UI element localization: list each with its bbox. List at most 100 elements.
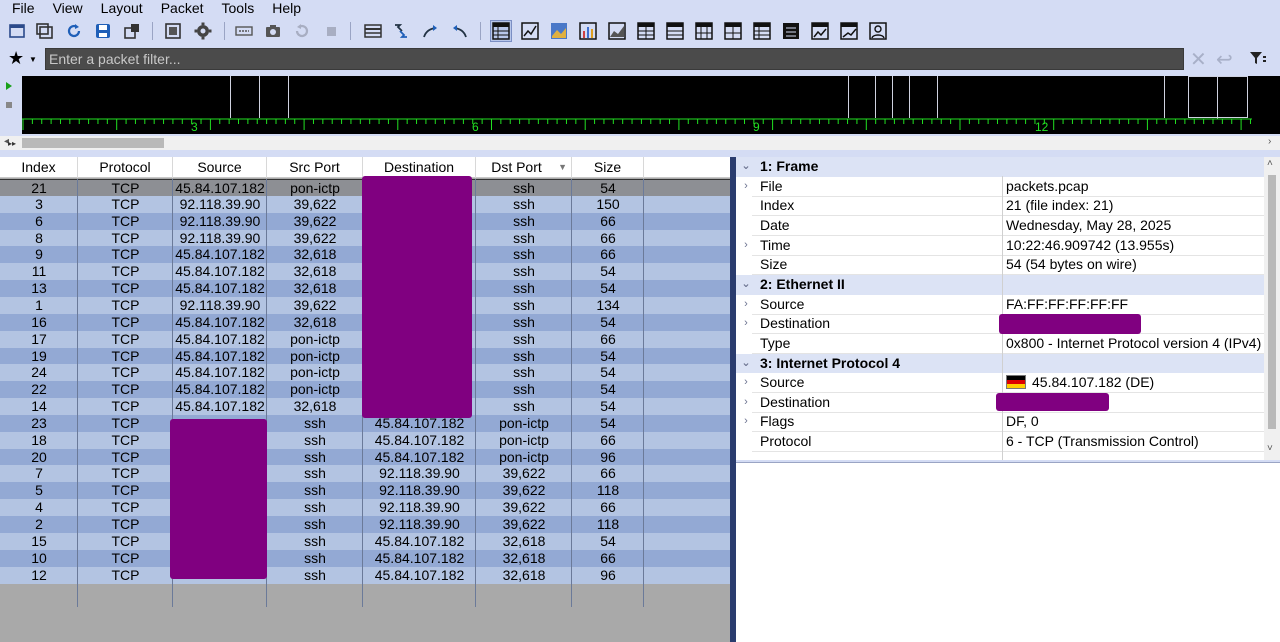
table-row[interactable]: 15 TCP ssh 45.84.107.182 32,618 54 xyxy=(0,532,730,550)
merge-icon[interactable] xyxy=(390,20,412,42)
cell-source: 45.84.107.182 xyxy=(175,381,265,398)
detail-value: 21 (file index: 21) xyxy=(1006,196,1113,216)
chevron-down-icon[interactable]: ⌄ xyxy=(740,275,752,295)
menu-packet[interactable]: Packet xyxy=(161,0,204,16)
timeline-graph[interactable]: 3 6 9 12 xyxy=(22,76,1280,134)
grid-4-icon[interactable] xyxy=(577,20,599,42)
reload-icon[interactable] xyxy=(63,20,85,42)
settings-icon[interactable] xyxy=(192,20,214,42)
detail-row[interactable]: Index 21 (file index: 21) xyxy=(736,196,1264,217)
chevron-right-icon[interactable]: › xyxy=(740,177,752,197)
detail-row[interactable]: › Source 45.84.107.182 (DE) xyxy=(736,373,1264,394)
splitter-handle-icon[interactable]: ▸▸ xyxy=(8,139,16,148)
grid-5-icon[interactable] xyxy=(606,20,628,42)
chevron-right-icon[interactable]: › xyxy=(740,295,752,315)
save-icon[interactable] xyxy=(92,20,114,42)
cell-dst-port: 32,618 xyxy=(502,566,546,583)
list-view-icon[interactable] xyxy=(362,20,384,42)
chevron-right-icon[interactable]: › xyxy=(740,314,752,334)
cell-size: 96 xyxy=(600,448,616,465)
chevron-right-icon[interactable]: › xyxy=(740,393,752,413)
cell-protocol: TCP xyxy=(111,566,140,583)
detail-key: 3: Internet Protocol 4 xyxy=(760,354,901,371)
export-icon[interactable] xyxy=(121,20,143,42)
menu-help[interactable]: Help xyxy=(272,0,301,16)
detail-section[interactable]: ⌄ 3: Internet Protocol 4 xyxy=(736,353,1264,374)
screenshot-icon[interactable] xyxy=(262,20,284,42)
grid-13-icon[interactable] xyxy=(838,20,860,42)
cell-size: 118 xyxy=(596,482,620,499)
scroll-right-icon[interactable]: › xyxy=(1268,136,1271,147)
timeline-selection[interactable] xyxy=(1188,76,1248,119)
table-row[interactable]: 10 TCP ssh 45.84.107.182 32,618 66 xyxy=(0,549,730,567)
col-index[interactable]: Index xyxy=(0,157,78,178)
chevron-right-icon[interactable]: › xyxy=(740,412,752,432)
detail-section[interactable]: ⌄ 1: Frame xyxy=(736,157,1264,177)
scroll-down-icon[interactable]: ˅ xyxy=(1267,443,1273,454)
apply-filter-icon[interactable]: ↩ xyxy=(1216,47,1233,72)
menu-file[interactable]: File xyxy=(12,0,35,16)
timeline-scrollbar[interactable]: ◂ › xyxy=(0,136,1280,150)
chevron-down-icon[interactable]: ⌄ xyxy=(740,354,752,374)
arrow-right-icon[interactable] xyxy=(419,20,441,42)
chevron-down-icon[interactable]: ⌄ xyxy=(740,157,752,177)
menu-tools[interactable]: Tools xyxy=(222,0,255,16)
grid-3-icon[interactable] xyxy=(548,20,570,42)
open-recent-icon[interactable] xyxy=(34,20,56,42)
timeline-label-3: 3 xyxy=(191,120,198,134)
grid-7-icon[interactable] xyxy=(664,20,686,42)
table-row[interactable]: 7 TCP ssh 92.118.39.90 39,622 66 xyxy=(0,465,730,483)
detail-section[interactable]: ⌄ 2: Ethernet II xyxy=(736,274,1264,295)
col-src-port[interactable]: Src Port xyxy=(267,157,363,178)
chevron-down-icon[interactable]: ▼ xyxy=(29,55,37,64)
stop-icon[interactable] xyxy=(320,20,342,42)
chevron-right-icon[interactable]: › xyxy=(740,236,752,256)
grid-6-icon[interactable] xyxy=(635,20,657,42)
details-scrollbar[interactable]: ˄ ˅ xyxy=(1264,157,1280,460)
open-icon[interactable] xyxy=(6,20,28,42)
details-scrollbar-thumb[interactable] xyxy=(1268,175,1276,429)
col-size[interactable]: Size xyxy=(572,157,644,178)
col-dst-port[interactable]: Dst Port ▼ xyxy=(476,157,572,178)
cell-protocol: TCP xyxy=(111,381,140,398)
table-row[interactable]: 12 TCP ssh 45.84.107.182 32,618 96 xyxy=(0,566,730,584)
menu-view[interactable]: View xyxy=(53,0,83,16)
table-row[interactable]: 18 TCP ssh 45.84.107.182 pon-ictp 66 xyxy=(0,431,730,449)
clear-filter-icon[interactable]: ✕ xyxy=(1190,47,1207,72)
grid-8-icon[interactable] xyxy=(693,20,715,42)
undo-icon[interactable] xyxy=(291,20,313,42)
detail-row[interactable]: Type 0x800 - Internet Protocol version 4 … xyxy=(736,334,1264,354)
grid-1-icon[interactable] xyxy=(490,20,512,42)
star-icon[interactable]: ★ xyxy=(8,48,24,69)
chevron-right-icon[interactable]: › xyxy=(740,373,752,393)
detail-row[interactable]: Protocol 6 - TCP (Transmission Control) xyxy=(736,432,1264,453)
grid-12-icon[interactable] xyxy=(809,20,831,42)
col-protocol[interactable]: Protocol xyxy=(78,157,173,178)
detail-row[interactable]: Date Wednesday, May 28, 2025 xyxy=(736,216,1264,236)
capture-options-icon[interactable] xyxy=(162,20,184,42)
scroll-up-icon[interactable]: ˄ xyxy=(1267,158,1273,169)
profile-icon[interactable] xyxy=(867,20,889,42)
menu-layout[interactable]: Layout xyxy=(101,0,143,16)
detail-row[interactable]: › Time 10:22:46.909742 (13.955s) xyxy=(736,236,1264,256)
detail-value-text: 45.84.107.182 (DE) xyxy=(1032,374,1155,391)
detail-row[interactable]: Size 54 (54 bytes on wire) xyxy=(736,255,1264,276)
detail-row[interactable]: › Source FA:FF:FF:FF:FF:FF xyxy=(736,295,1264,315)
scrollbar-thumb[interactable] xyxy=(22,138,164,148)
table-row[interactable]: 2 TCP ssh 92.118.39.90 39,622 118 xyxy=(0,516,730,533)
col-destination[interactable]: Destination xyxy=(363,157,476,178)
detail-row[interactable]: › Flags DF, 0 xyxy=(736,412,1264,433)
grid-2-icon[interactable] xyxy=(519,20,541,42)
hex-icon[interactable] xyxy=(233,20,255,42)
detail-row[interactable]: › File packets.pcap xyxy=(736,177,1264,197)
col-source[interactable]: Source xyxy=(173,157,267,178)
grid-11-icon[interactable] xyxy=(780,20,802,42)
grid-10-icon[interactable] xyxy=(751,20,773,42)
table-row[interactable]: 5 TCP ssh 92.118.39.90 39,622 118 xyxy=(0,482,730,500)
grid-9-icon[interactable] xyxy=(722,20,744,42)
arrow-left-icon[interactable] xyxy=(449,20,471,42)
filter-funnel-icon[interactable] xyxy=(1249,50,1267,71)
packet-filter-input[interactable] xyxy=(45,48,1184,70)
table-row[interactable]: 4 TCP ssh 92.118.39.90 39,622 66 xyxy=(0,499,730,517)
table-row[interactable]: 20 TCP ssh 45.84.107.182 pon-ictp 96 xyxy=(0,448,730,466)
